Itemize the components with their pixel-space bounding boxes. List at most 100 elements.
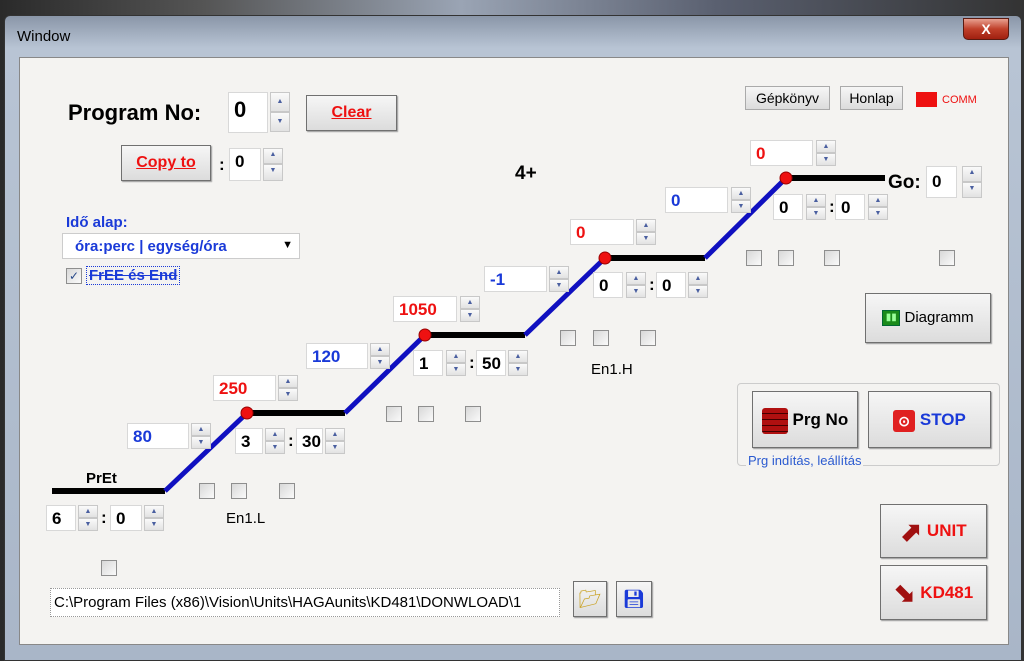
- setpoint-dot-3: [598, 251, 612, 265]
- time-separator: :: [101, 508, 107, 527]
- event-checkbox[interactable]: [824, 250, 840, 266]
- step2-rate-input[interactable]: 120: [306, 343, 368, 369]
- program-no-input[interactable]: 0: [228, 92, 268, 133]
- step3-rate-input[interactable]: -1: [484, 266, 547, 292]
- time-separator: :: [829, 197, 835, 216]
- time-base-value: óra:perc | egység/óra: [75, 238, 227, 255]
- event-high-label: En1.H: [591, 361, 633, 378]
- event-checkbox[interactable]: [746, 250, 762, 266]
- event-low-label: En1.L: [226, 510, 266, 527]
- event-checkbox[interactable]: [560, 330, 576, 346]
- pret-hours-input[interactable]: 6: [46, 505, 76, 531]
- time-base-select[interactable]: óra:perc | egység/óra ▼: [62, 233, 300, 259]
- event-checkbox[interactable]: [231, 483, 247, 499]
- step1-temp-input[interactable]: 250: [213, 375, 276, 401]
- step4-hours-spinner[interactable]: ▲ ▼: [806, 194, 826, 220]
- prg-no-button[interactable]: Prg No: [752, 391, 858, 448]
- save-floppy-icon: 💾︎: [622, 589, 646, 609]
- event-checkbox[interactable]: [386, 406, 402, 422]
- step1-rate-spinner[interactable]: ▲ ▼: [191, 423, 211, 449]
- step1-temp-spinner[interactable]: ▲ ▼: [278, 375, 298, 401]
- step3-hours-input[interactable]: 0: [593, 272, 623, 298]
- go-spinner[interactable]: ▲ ▼: [962, 166, 982, 198]
- arrow-down-right-icon: ⬊: [893, 578, 916, 609]
- kd481-label: KD481: [920, 583, 974, 602]
- clear-label: Clear: [331, 104, 372, 121]
- event-checkbox[interactable]: [199, 483, 215, 499]
- go-input[interactable]: 0: [926, 166, 957, 198]
- step2-hours-input[interactable]: 1: [413, 350, 443, 376]
- step3-temp-input[interactable]: 0: [570, 219, 634, 245]
- free-end-label[interactable]: FrEE és End: [86, 266, 181, 285]
- open-folder-button[interactable]: 📂︎: [573, 581, 607, 617]
- free-end-checkbox[interactable]: ✓: [66, 268, 82, 284]
- pret-label: PrEt: [86, 470, 117, 487]
- step2-minutes-input[interactable]: 50: [476, 350, 506, 376]
- step4-rate-input[interactable]: 0: [665, 187, 728, 213]
- unit-label: UNIT: [926, 521, 967, 540]
- chart-icon: ▮▮: [882, 310, 901, 327]
- event-checkbox[interactable]: [778, 250, 794, 266]
- step4-temp-input[interactable]: 0: [750, 140, 813, 166]
- step3-hours-spinner[interactable]: ▲ ▼: [626, 272, 646, 298]
- step4-temp-spinner[interactable]: ▲ ▼: [816, 140, 836, 166]
- setpoint-dot-1: [240, 406, 254, 420]
- event-checkbox[interactable]: [593, 330, 609, 346]
- step1-minutes-spinner[interactable]: ▲ ▼: [325, 428, 345, 454]
- stop-label: STOP: [919, 410, 966, 429]
- pret-minutes-input[interactable]: 0: [110, 505, 142, 531]
- download-kd481-button[interactable]: ⬊ KD481: [880, 565, 987, 620]
- step3-minutes-spinner[interactable]: ▲ ▼: [688, 272, 708, 298]
- step3-temp-spinner[interactable]: ▲ ▼: [636, 219, 656, 245]
- step2-temp-spinner[interactable]: ▲ ▼: [460, 296, 480, 322]
- diagram-button[interactable]: ▮▮ Diagramm: [865, 293, 991, 343]
- event-checkbox[interactable]: [939, 250, 955, 266]
- step4-rate-spinner[interactable]: ▲ ▼: [731, 187, 751, 213]
- step2-minutes-spinner[interactable]: ▲ ▼: [508, 350, 528, 376]
- copy-target-spinner[interactable]: ▲ ▼: [263, 148, 283, 181]
- event-checkbox[interactable]: [465, 406, 481, 422]
- step4-hours-input[interactable]: 0: [773, 194, 803, 220]
- event-checkbox[interactable]: [418, 406, 434, 422]
- comm-indicator-icon: [916, 92, 937, 107]
- copy-to-button[interactable]: Copy to: [121, 145, 211, 181]
- arrow-up-right-icon: ⬈: [900, 516, 923, 547]
- program-no-spinner[interactable]: ▲ ▼: [270, 92, 290, 132]
- step2-rate-spinner[interactable]: ▲ ▼: [370, 343, 390, 369]
- copy-separator: :: [219, 155, 225, 174]
- homepage-button[interactable]: Honlap: [840, 86, 903, 110]
- time-separator: :: [288, 431, 294, 450]
- go-label: Go:: [888, 172, 921, 193]
- event-checkbox[interactable]: [640, 330, 656, 346]
- stop-button[interactable]: ⊙ STOP: [868, 391, 991, 448]
- step1-hours-spinner[interactable]: ▲ ▼: [265, 428, 285, 454]
- step3-rate-spinner[interactable]: ▲ ▼: [549, 266, 569, 292]
- step4-minutes-input[interactable]: 0: [835, 194, 865, 220]
- pret-minutes-spinner[interactable]: ▲ ▼: [144, 505, 164, 531]
- clear-button[interactable]: Clear: [306, 95, 397, 131]
- pret-hours-spinner[interactable]: ▲ ▼: [78, 505, 98, 531]
- step2-temp-input[interactable]: 1050: [393, 296, 457, 322]
- brick-wall-icon: [761, 407, 788, 434]
- chevron-down-icon: ▼: [282, 239, 293, 251]
- copy-target-input[interactable]: 0: [229, 148, 261, 181]
- step3-minutes-input[interactable]: 0: [656, 272, 686, 298]
- copy-to-label: Copy to: [136, 154, 196, 171]
- comm-label: COMM: [942, 94, 977, 106]
- diagram-label: Diagramm: [904, 309, 974, 326]
- segment-indicator: 4+: [515, 163, 537, 184]
- save-button[interactable]: 💾︎: [616, 581, 652, 617]
- upload-unit-button[interactable]: ⬈ UNIT: [880, 504, 987, 558]
- step4-minutes-spinner[interactable]: ▲ ▼: [868, 194, 888, 220]
- step2-hours-spinner[interactable]: ▲ ▼: [446, 350, 466, 376]
- option-checkbox[interactable]: [101, 560, 117, 576]
- step1-hours-input[interactable]: 3: [235, 428, 263, 454]
- event-checkbox[interactable]: [279, 483, 295, 499]
- step1-minutes-input[interactable]: 30: [296, 428, 323, 454]
- step1-rate-input[interactable]: 80: [127, 423, 189, 449]
- folder-icon: 📂︎: [578, 589, 602, 609]
- stop-icon: ⊙: [893, 409, 916, 432]
- manual-button[interactable]: Gépkönyv: [745, 86, 830, 110]
- prg-no-label: Prg No: [792, 410, 849, 429]
- file-path-field[interactable]: C:\Program Files (x86)\Vision\Units\HAGA…: [50, 588, 560, 617]
